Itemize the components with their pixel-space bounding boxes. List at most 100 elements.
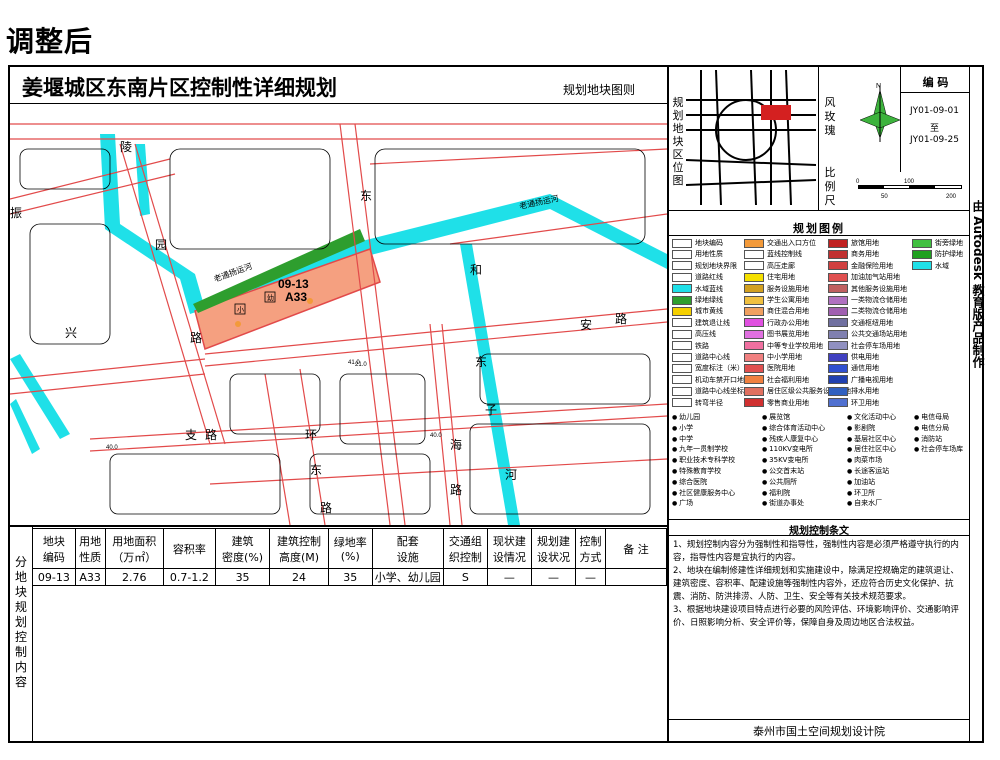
planning-map: 09-13 A33 小 幼 老通扬运河 老通扬运河 陵 园 东 振 兴 路 和 …: [10, 104, 667, 525]
legend-label: 机动车禁开口地段: [695, 375, 751, 384]
legend-swatch: [744, 318, 764, 328]
code-from: JY01-09-01: [909, 106, 959, 116]
legend-item: 金融保险用地: [828, 261, 893, 271]
legend-swatch: [672, 352, 692, 362]
legend-item: 加油加气站用地: [828, 272, 900, 282]
legend-label: 防护绿地: [935, 250, 963, 259]
rule-3: 3、根据地块建设项目特点进行必要的风险评估、环境影响评价、交通影响评价、日照影响…: [673, 605, 959, 628]
legend-item: 铁路: [672, 341, 709, 351]
legend-label: 学生公寓用地: [767, 296, 809, 304]
label-kinder: 幼: [267, 293, 274, 302]
legend-label: 地块编码: [695, 239, 723, 247]
legend-item: 零售商业用地: [744, 398, 809, 408]
legend-swatch: [672, 318, 692, 328]
location-map: [686, 70, 816, 205]
legend-label: 二类物流仓储用地: [851, 307, 907, 316]
table-row: 09-13 A33 2.76 0.7-1.2 35 24 35 小学、幼儿园 S — — —: [32, 568, 667, 586]
legend-swatch: [828, 306, 848, 316]
facility-item: ● 广场: [672, 498, 693, 509]
svg-text:N: N: [876, 83, 881, 90]
facility-item: ● 福利院: [762, 488, 790, 499]
svg-text:路: 路: [205, 427, 217, 442]
facility-label: 加油站: [854, 477, 876, 486]
legend-item: 水域: [912, 261, 949, 271]
legend-item: 医院用地: [744, 363, 795, 373]
legend-item: 高压走廊: [744, 261, 795, 271]
svg-text:子: 子: [485, 403, 497, 417]
legend-swatch: [672, 375, 692, 385]
legend-item: 道路红线: [672, 272, 723, 282]
legend-item: 城市黄线: [672, 306, 723, 316]
legend-item: 道路中心线: [672, 352, 730, 362]
facility-item: ● 综合医院: [672, 477, 707, 488]
legend-item: 商务用地: [828, 249, 879, 259]
svg-text:振: 振: [10, 206, 22, 220]
legend-label: 道路红线: [695, 273, 723, 282]
legend-item: 水域蓝线: [672, 284, 723, 294]
legend-label: 建筑退让线: [695, 318, 730, 327]
vertical-credit: 由 Autodesk 教育版产品制作: [971, 200, 985, 369]
th-control: 控制 方式: [575, 528, 606, 569]
legend-swatch: [828, 329, 848, 339]
legend-item: 规划地块界限: [672, 261, 737, 271]
facility-label: 35KV变电所: [769, 456, 809, 465]
legend-swatch: [912, 261, 932, 271]
facility-item: ● 公共厕所: [762, 477, 797, 488]
facility-item: ● 居住社区中心: [847, 444, 896, 455]
legend-swatch: [912, 238, 932, 248]
facility-item: ● 公交首末站: [762, 466, 804, 477]
facility-item: ● 小学: [672, 423, 693, 434]
legend-label: 商务用地: [851, 250, 879, 259]
legend-swatch: [672, 284, 692, 294]
legend-label: 一类物流仓储用地: [851, 296, 907, 304]
legend-swatch: [744, 238, 764, 248]
legend-swatch: [828, 284, 848, 294]
facility-label: 福利院: [769, 488, 791, 497]
facility-item: ● 社区健康服务中心: [672, 488, 735, 499]
legend-swatch: [672, 306, 692, 316]
legend-item: 蓝线控制线: [744, 249, 802, 259]
legend-swatch: [672, 261, 692, 271]
code-header: 编 码: [922, 76, 949, 89]
legend-item: 街旁绿地: [912, 238, 963, 248]
legend-item: 社会停车场用地: [828, 341, 900, 351]
facility-label: 社会停车场库: [921, 445, 964, 454]
legend-label: 道路中心线坐标: [695, 387, 744, 396]
facility-item: ● 残疾人康复中心: [762, 434, 818, 445]
legend-swatch: [744, 306, 764, 316]
facility-label: 九年一贯制学校: [679, 445, 729, 454]
legend-label: 住宅用地: [767, 273, 795, 282]
facility-item: ● 综合体育活动中心: [762, 423, 825, 434]
th-traffic: 交通组 织控制: [442, 528, 488, 569]
legend-title: 规划图例: [793, 222, 845, 235]
legend-swatch: [828, 318, 848, 328]
legend-label: 加油加气站用地: [851, 273, 900, 282]
facility-label: 展览馆: [769, 413, 791, 421]
legend-swatch: [828, 261, 848, 271]
facility-item: ● 110KV变电所: [762, 444, 813, 455]
rule-2: 2、地块在编制修建性详细规划和实施建设中，除满足控规确定的建筑退让、建筑密度、容…: [673, 566, 959, 602]
svg-text:0: 0: [856, 179, 860, 185]
legend-item: 地块编码: [672, 238, 723, 248]
legend-label: 商住混合用地: [767, 307, 809, 316]
control-table: 地块 编码 用地 性质 用地面积 （万㎡） 容积率 建筑 密度(%) 建筑控制 高度(M)…: [32, 528, 667, 586]
legend-label: 交通出入口方位: [767, 239, 816, 247]
legend-swatch: [744, 352, 764, 362]
legend-swatch: [744, 363, 764, 373]
legend-swatch: [828, 295, 848, 305]
legend-swatch: [672, 272, 692, 282]
legend-label: 社会停车场用地: [851, 341, 900, 350]
facility-label: 职业技术专科学校: [679, 456, 736, 465]
facility-label: 幼儿园: [679, 413, 701, 421]
legend-swatch: [744, 329, 764, 339]
svg-text:东: 东: [475, 355, 487, 369]
map-title: 姜堰城区东南片区控制性详细规划: [22, 76, 337, 100]
facility-label: 公交首末站: [769, 467, 805, 475]
legend-swatch: [828, 238, 848, 248]
legend-swatch: [828, 398, 848, 408]
svg-text:40.0: 40.0: [430, 433, 442, 439]
legend-item: 中等专业学校用地: [744, 341, 823, 351]
facility-label: 残疾人康复中心: [769, 434, 819, 443]
legend-label: 街旁绿地: [935, 239, 963, 247]
rule-1: 1、规划控制内容分为强制性和指导性，强制性内容是必须严格遵守执行的内容，指导性内…: [673, 540, 959, 563]
